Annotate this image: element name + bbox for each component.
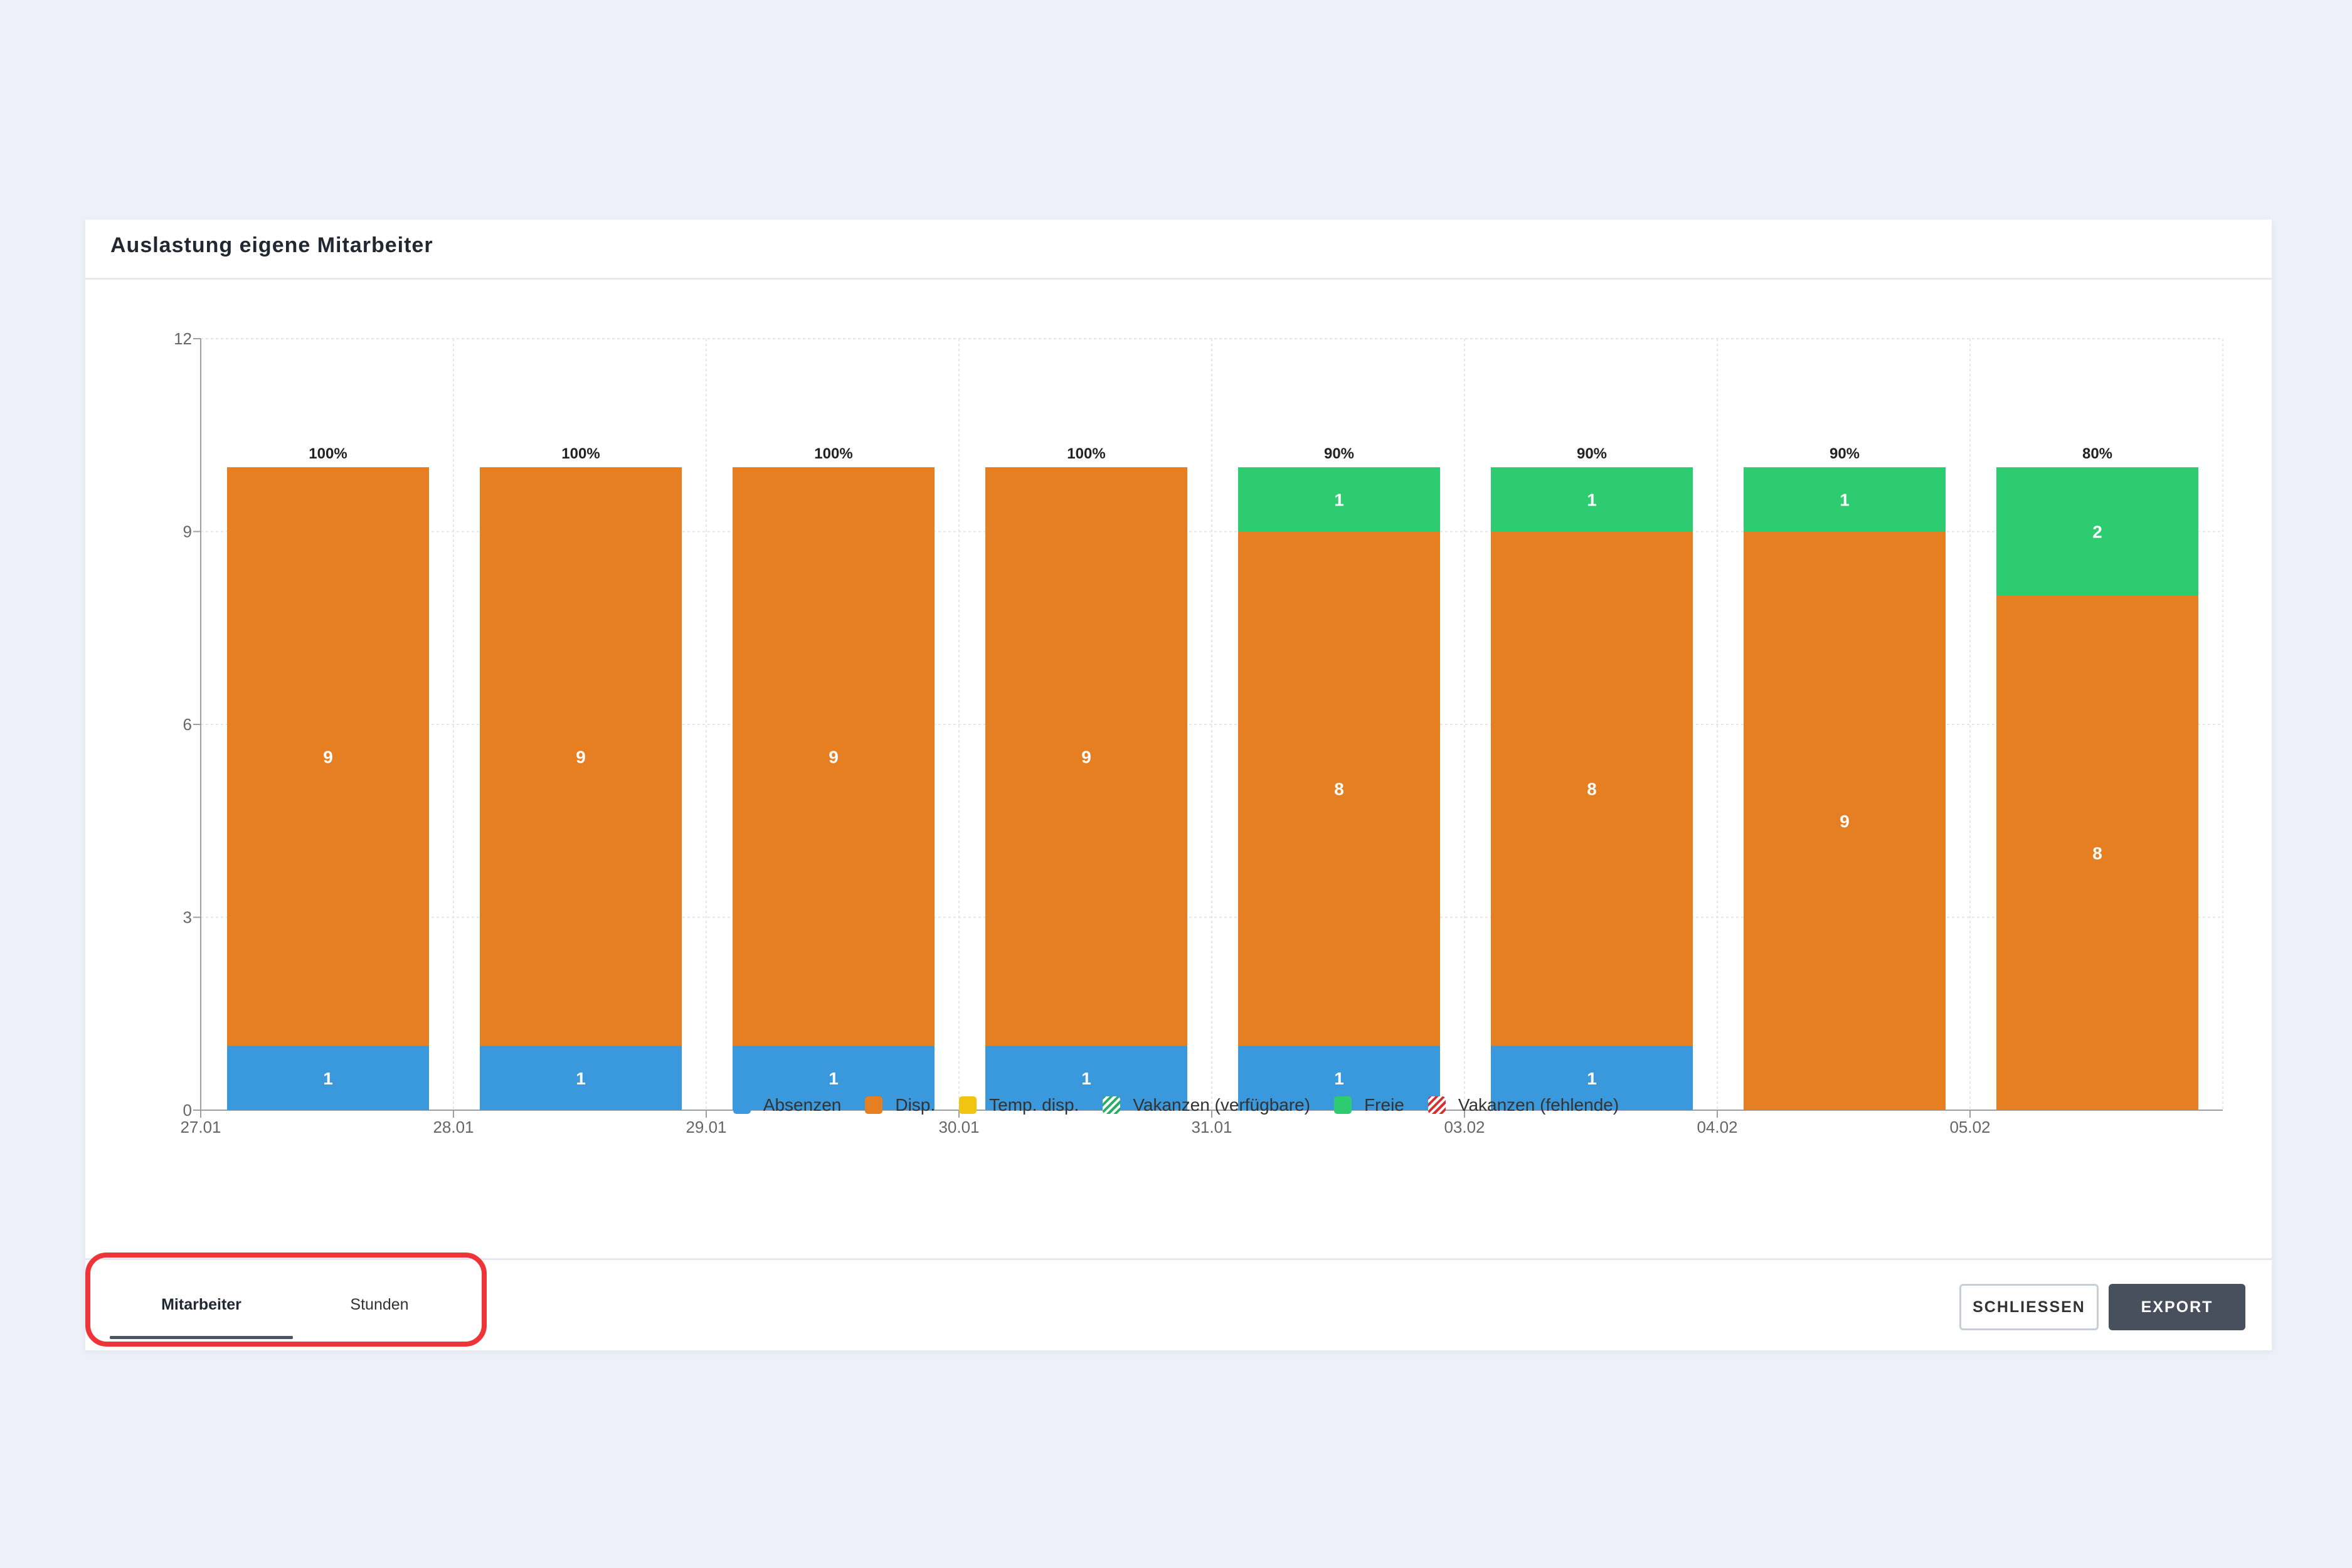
tab-mitarbeiter[interactable]: Mitarbeiter — [110, 1289, 293, 1339]
legend-label: Freie — [1364, 1095, 1404, 1115]
legend-label: Vakanzen (fehlende) — [1458, 1095, 1619, 1115]
bar-total-label: 100% — [561, 445, 600, 462]
legend-label: Temp. disp. — [989, 1095, 1079, 1115]
bar-value-label: 1 — [1840, 490, 1850, 509]
x-tick-label: 03.02 — [1444, 1118, 1485, 1136]
bar-value-label: 1 — [1334, 1069, 1344, 1088]
legend-item[interactable]: Vakanzen (verfügbare) — [1103, 1095, 1310, 1115]
bar-value-label: 1 — [576, 1069, 586, 1088]
bar-total-label: 100% — [1067, 445, 1105, 462]
bar-value-label: 1 — [323, 1069, 333, 1088]
legend-swatch — [733, 1096, 751, 1114]
bar-value-label: 8 — [1587, 780, 1597, 799]
x-tick-label: 28.01 — [433, 1118, 474, 1136]
bar-value-label: 9 — [829, 747, 839, 766]
tab-stunden[interactable]: Stunden — [288, 1289, 471, 1339]
bar-total-label: 90% — [1577, 445, 1607, 462]
bar-value-label: 1 — [1081, 1069, 1091, 1088]
close-button[interactable]: SCHLIESSEN — [1959, 1284, 2099, 1330]
x-tick-label: 29.01 — [686, 1118, 726, 1136]
y-tick-label: 12 — [174, 329, 192, 348]
legend-item[interactable]: Absenzen — [733, 1095, 842, 1115]
bar-total-label: 80% — [2082, 445, 2112, 462]
bar-total-label: 90% — [1324, 445, 1354, 462]
legend-label: Disp. — [895, 1095, 936, 1115]
bar-value-label: 9 — [323, 747, 333, 766]
x-tick-label: 31.01 — [1191, 1118, 1232, 1136]
bar-total-label: 100% — [309, 445, 347, 462]
bar-value-label: 8 — [1334, 780, 1344, 799]
y-tick-label: 9 — [183, 522, 192, 541]
export-button[interactable]: EXPORT — [2109, 1284, 2245, 1330]
legend-item[interactable]: Temp. disp. — [959, 1095, 1079, 1115]
legend-swatch — [865, 1096, 883, 1114]
y-tick-label: 3 — [183, 908, 192, 927]
bar-value-label: 1 — [1334, 490, 1344, 509]
legend-label: Vakanzen (verfügbare) — [1133, 1095, 1311, 1115]
bar-value-label: 9 — [1081, 747, 1091, 766]
bar-value-label: 8 — [2092, 844, 2102, 863]
bar-value-label: 1 — [1587, 490, 1597, 509]
x-tick-label: 30.01 — [938, 1118, 979, 1136]
x-tick-label: 27.01 — [180, 1118, 221, 1136]
bar-value-label: 9 — [1840, 812, 1850, 831]
bar-value-label: 1 — [829, 1069, 839, 1088]
x-tick-label: 05.02 — [1949, 1118, 1990, 1136]
legend-label: Absenzen — [763, 1095, 842, 1115]
bar-value-label: 2 — [2092, 522, 2102, 542]
bar-total-label: 100% — [814, 445, 852, 462]
bar-value-label: 9 — [576, 747, 586, 766]
dialog-footer: Mitarbeiter Stunden SCHLIESSEN EXPORT — [85, 1258, 2272, 1350]
legend-swatch — [959, 1096, 977, 1114]
x-tick-label: 04.02 — [1697, 1118, 1737, 1136]
chart-legend: Absenzen Disp. Temp. disp. Vakanzen (verfüg… — [0, 1093, 2352, 1118]
y-tick-label: 6 — [183, 715, 192, 734]
bar-total-label: 90% — [1830, 445, 1860, 462]
legend-item[interactable]: Disp. — [865, 1095, 935, 1115]
bar-value-label: 1 — [1587, 1069, 1597, 1088]
legend-item[interactable]: Freie — [1334, 1095, 1404, 1115]
legend-swatch — [1334, 1096, 1352, 1114]
legend-item[interactable]: Vakanzen (fehlende) — [1428, 1095, 1619, 1115]
legend-swatch — [1103, 1096, 1121, 1114]
legend-swatch — [1428, 1096, 1446, 1114]
